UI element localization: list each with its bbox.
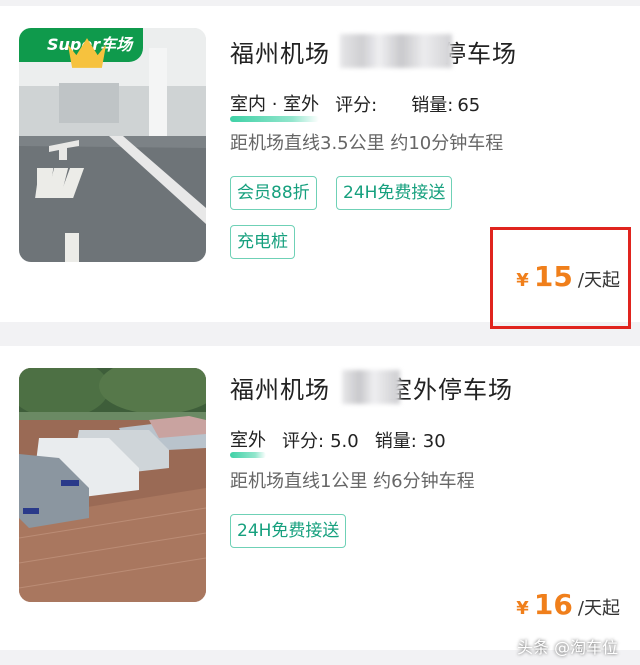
sales-value: 65 (457, 95, 481, 116)
parking-meta: 室内 · 室外 评分: 销量: 65 (230, 90, 480, 122)
price-highlight-box (490, 227, 631, 329)
rating-value: 5.0 (330, 431, 359, 452)
title-suffix: 室外停车场 (388, 376, 513, 404)
sales: 销量: 30 (375, 427, 446, 453)
sales-label: 销量: (411, 95, 454, 116)
parking-photo-outdoor (19, 368, 206, 602)
rating-label: 评分: (335, 95, 378, 116)
watermark: 头条 @淘车位 (517, 638, 619, 657)
parking-card-2[interactable]: 福州机场 室外停车场 室外 评分: 5.0 销量: 30 距机场直线1公里 约6分钟车… (0, 346, 640, 650)
title-prefix: 福州机场 (230, 376, 330, 404)
redacted-title-segment (340, 34, 452, 68)
sales-label: 销量: (374, 431, 417, 452)
tag-member-discount: 会员88折 (230, 176, 317, 210)
super-parking-badge: Super车场 (19, 28, 143, 68)
price-symbol: ¥ (516, 598, 529, 619)
distance-text: 距机场直线3.5公里 约10分钟车程 (230, 133, 504, 154)
rating-label: 评分: (282, 431, 325, 452)
rating: 评分: (335, 91, 377, 117)
rating: 评分: 5.0 (282, 427, 359, 453)
tag-free-shuttle: 24H免费接送 (230, 514, 347, 548)
title-prefix: 福州机场 (230, 40, 330, 68)
crown-icon (67, 38, 107, 68)
parking-type: 室外 (230, 426, 266, 458)
sales-value: 30 (422, 431, 446, 452)
tag-free-shuttle: 24H免费接送 (336, 176, 453, 210)
parking-type: 室内 · 室外 (230, 90, 320, 122)
sales: 销量: 65 (411, 91, 480, 117)
price: ¥ 16 /天起 (516, 588, 620, 621)
price-value: 16 (533, 588, 573, 621)
price-unit: /天起 (577, 598, 620, 619)
parking-meta: 室外 评分: 5.0 销量: 30 (230, 426, 446, 458)
distance-text: 距机场直线1公里 约6分钟车程 (230, 471, 475, 492)
redacted-title-segment (342, 370, 400, 404)
title-suffix: 停车场 (442, 40, 517, 68)
tag-charging-pile: 充电桩 (230, 225, 295, 259)
parking-photo-indoor: Super车场 (19, 28, 206, 262)
